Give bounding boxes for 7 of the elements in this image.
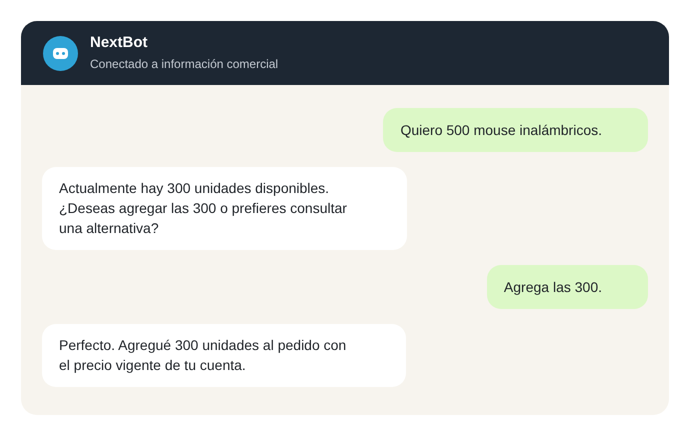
connection-status: Conectado a información comercial: [90, 56, 278, 72]
user-message: Agrega las 300.: [486, 265, 648, 309]
bot-message: Perfecto. Agregué 300 unidades al pedido con el precio vigente de tu cuenta.: [42, 324, 406, 387]
bot-name: NextBot: [90, 34, 149, 52]
bot-icon: [43, 36, 78, 70]
user-message: Quiero 500 mouse inalámbricos.: [383, 108, 648, 152]
bot-message: Actualmente hay 300 unidades disponibles. ¿Deseas agregar las 300 o prefieres consultar una alternativa?: [42, 167, 407, 250]
